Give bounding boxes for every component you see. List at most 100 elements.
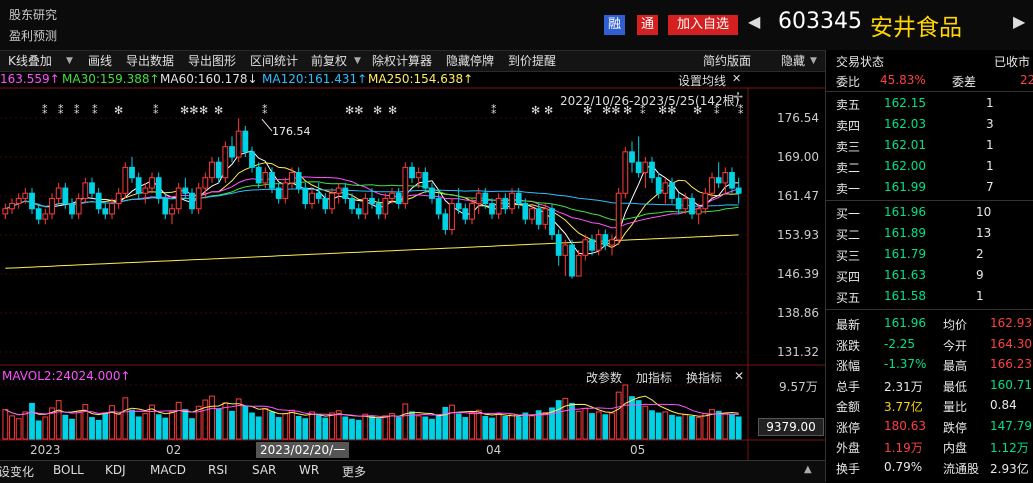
tab-more[interactable]: 更多 — [342, 463, 366, 480]
bid-label: 买二 — [836, 228, 861, 242]
volume-bar — [75, 410, 82, 440]
bid-price: 161.58 — [884, 289, 926, 303]
candle — [35, 203, 42, 225]
cursor-date-label: 2023/02/20/一 — [256, 442, 350, 458]
stat-label: 外盘 — [836, 441, 861, 455]
stat-value: 1.19万 — [884, 441, 923, 455]
volume-bar — [695, 417, 702, 440]
change-params-button[interactable]: 改参数 — [586, 369, 622, 386]
close-icon[interactable]: ✕ — [734, 369, 744, 383]
event-marker-icon[interactable]: ✻ — [544, 104, 553, 117]
event-marker-icon[interactable]: ✻ — [199, 104, 208, 117]
volume-bar — [395, 417, 402, 440]
volume-bar — [722, 412, 729, 440]
event-marker-icon[interactable]: ⁑ — [58, 104, 64, 117]
volume-bar — [369, 415, 375, 440]
vol-indicator-label: MAVOL2:24024.000↑ — [2, 369, 131, 383]
ask-label: 卖三 — [836, 140, 861, 154]
event-marker-icon[interactable]: ✻ — [693, 104, 702, 117]
volume-bar — [22, 411, 29, 440]
volume-bar — [522, 412, 529, 440]
stat-label: 最高 — [943, 359, 968, 373]
volume-bar — [729, 414, 735, 440]
tab-macd[interactable]: MACD — [150, 463, 186, 477]
next-stock-icon[interactable]: ▶ — [1013, 12, 1025, 31]
volume-bar — [409, 411, 415, 440]
stat-label: 跌停 — [943, 420, 968, 435]
bid-volume: 10 — [976, 205, 992, 219]
quote-panel: 交易状态 已收市 委比 45.83% 委差 22 卖五 162.15 1 卖四 162.… — [825, 50, 1033, 482]
bid-price: 161.79 — [884, 247, 926, 261]
candle — [189, 188, 195, 214]
stat-value: 162.93 — [990, 316, 1032, 330]
event-marker-icon[interactable]: ✻ — [373, 104, 382, 117]
event-marker-icon[interactable]: ⁑ — [640, 104, 646, 117]
volume-bar — [342, 416, 349, 440]
stat-label: 最低 — [943, 379, 968, 394]
candle — [395, 188, 402, 209]
volume-bar — [662, 411, 669, 440]
volume-bar — [402, 403, 409, 440]
volume-bar — [29, 402, 35, 440]
switch-indicator-button[interactable]: 换指标 — [686, 369, 722, 386]
event-marker-icon[interactable]: ✻ — [214, 104, 223, 117]
ask-label: 卖五 — [836, 98, 861, 112]
volume-bar — [595, 411, 602, 440]
event-marker-icon[interactable]: ✻✻ — [658, 104, 676, 117]
collapse-arrow-icon[interactable]: ▲ — [804, 464, 812, 475]
event-marker-icon[interactable]: ⁑ — [262, 104, 268, 117]
candle — [249, 146, 255, 173]
candles — [2, 118, 742, 279]
add-indicator-button[interactable]: 加指标 — [636, 369, 672, 386]
volume-bar — [182, 409, 189, 440]
tab-kdj[interactable]: KDJ — [105, 463, 126, 477]
candle — [82, 177, 89, 204]
event-marker-icon[interactable]: ⁑ — [74, 104, 80, 117]
event-marker-icon[interactable]: ✻✻ — [602, 104, 620, 117]
kline-chart[interactable] — [0, 0, 825, 460]
stat-value: 161.96 — [884, 316, 926, 330]
candle — [629, 141, 635, 173]
candle — [509, 188, 515, 214]
volume-bar — [262, 408, 269, 440]
event-marker-icon[interactable]: ⁑ — [491, 104, 497, 117]
volume-bar — [189, 418, 195, 440]
volume-bar — [249, 412, 255, 440]
event-marker-icon[interactable]: ✻✻ — [180, 104, 198, 117]
candle — [309, 188, 315, 209]
volume-bar — [149, 404, 155, 440]
event-marker-icon[interactable]: ✻ — [114, 104, 123, 117]
candle — [55, 182, 62, 204]
candle — [569, 239, 575, 279]
stat-label: 量比 — [943, 400, 968, 414]
event-marker-icon[interactable]: ⁑ — [42, 104, 48, 117]
event-marker-icon[interactable]: ⁑ — [92, 104, 98, 117]
volume-bar — [615, 391, 622, 440]
volume-bar — [555, 400, 562, 440]
volume-bar — [415, 415, 422, 440]
stat-label: 流通股 — [943, 461, 980, 476]
ask-price: 162.15 — [884, 96, 926, 110]
volume-bar — [215, 408, 222, 440]
event-marker-icon[interactable]: ✻✻ — [345, 104, 363, 117]
event-marker-icon[interactable]: ✻ — [388, 104, 397, 117]
tab-sar[interactable]: SAR — [252, 463, 276, 477]
event-marker-icon[interactable]: ✻ — [583, 104, 592, 117]
vol-current-value: 9379.00 — [758, 418, 824, 436]
event-marker-icon[interactable]: ⁑ — [153, 104, 159, 117]
event-marker-icon[interactable]: ⁑ — [738, 104, 744, 117]
event-marker-icon[interactable]: ✻ — [531, 104, 540, 117]
event-marker-icon[interactable]: ✻ — [623, 104, 632, 117]
ask-price: 162.00 — [884, 159, 926, 173]
candle — [449, 198, 455, 235]
tab-rsi[interactable]: RSI — [208, 463, 228, 477]
candle — [502, 193, 509, 214]
ask-price: 162.01 — [884, 138, 926, 152]
volume-bar — [102, 412, 109, 440]
event-marker-icon[interactable]: ⁑ — [714, 104, 720, 117]
tab-wr[interactable]: WR — [299, 463, 319, 477]
tab-boll[interactable]: BOLL — [53, 463, 84, 477]
tab-change[interactable]: 设变化 — [0, 463, 34, 480]
candle — [429, 182, 435, 204]
volume-bar — [455, 413, 462, 440]
